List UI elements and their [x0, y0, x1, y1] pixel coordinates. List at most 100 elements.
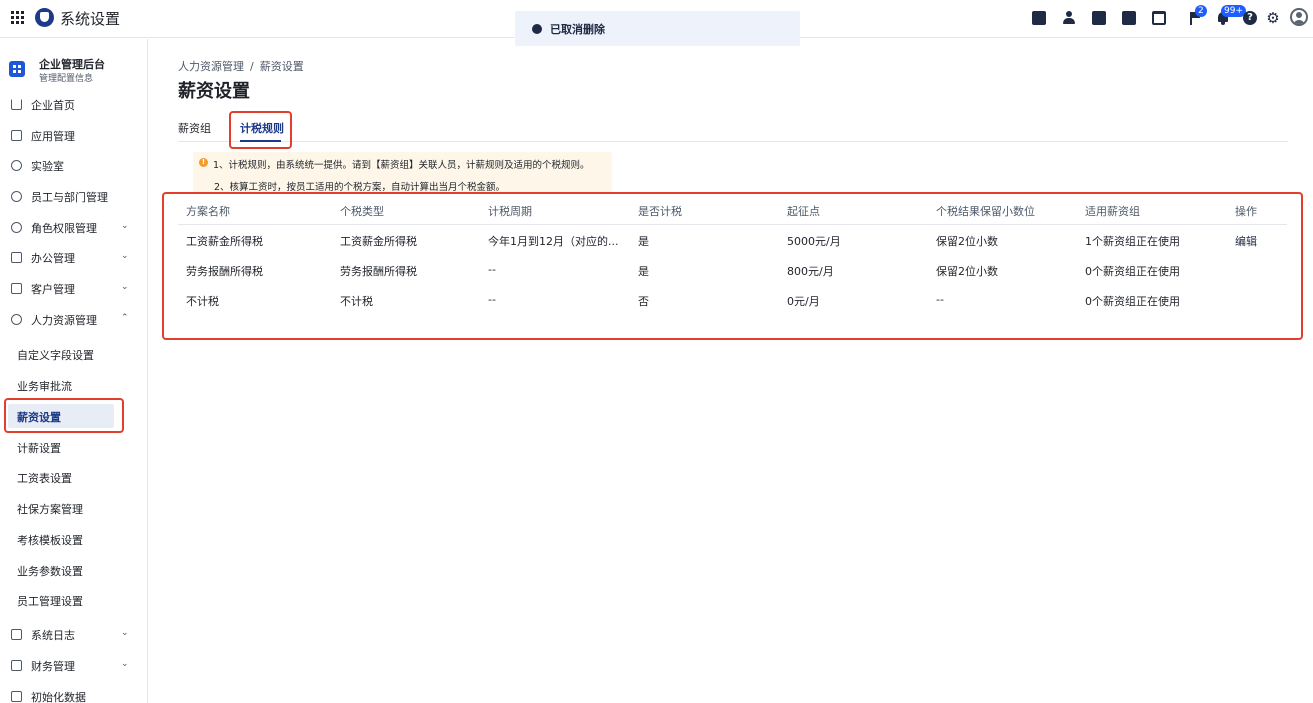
sidebar-item-roles[interactable]: 角色权限管理 ⌄: [0, 216, 147, 240]
table-cell: 1个薪资组正在使用: [1085, 235, 1180, 248]
bulb-icon: [11, 160, 22, 171]
table-cell: 是: [638, 265, 649, 278]
help-icon[interactable]: ?: [1243, 11, 1257, 25]
apps-icon: [11, 130, 22, 141]
sidebar-subitem-label: 考核模板设置: [17, 534, 83, 547]
sidebar-item-label: 员工与部门管理: [31, 191, 108, 204]
sidebar-subitem-label: 计薪设置: [17, 442, 61, 455]
table-cell: 不计税: [186, 295, 219, 308]
sidebar-subitem-label: 业务审批流: [17, 380, 72, 393]
sidebar-item-label: 办公管理: [31, 252, 75, 265]
sidebar-subitem-payroll-sheet[interactable]: 工资表设置: [0, 465, 147, 489]
chevron-down-icon: ⌄: [121, 282, 129, 292]
sidebar-subitem-business-params[interactable]: 业务参数设置: [0, 558, 147, 582]
sidebar-subitem-assessment-template[interactable]: 考核模板设置: [0, 527, 147, 551]
sidebar-subitem-custom-fields[interactable]: 自定义字段设置: [0, 342, 147, 366]
office-icon: [11, 252, 22, 263]
sidebar-item-label: 系统日志: [31, 629, 75, 642]
sidebar-item-label: 实验室: [31, 160, 64, 173]
edit-button[interactable]: 编辑: [1235, 233, 1257, 249]
app-title: 系统设置: [60, 10, 121, 28]
sidebar-subitem-label: 业务参数设置: [17, 565, 83, 578]
tab-active-indicator: [240, 140, 281, 142]
chevron-down-icon: ⌄: [121, 251, 129, 261]
tab-tax-rules[interactable]: 计税规则: [240, 120, 284, 136]
hr-icon: [11, 314, 22, 325]
sidebar-item-label: 初始化数据: [31, 691, 86, 703]
breadcrumb-separator: /: [250, 60, 254, 73]
sidebar-item-customers[interactable]: 客户管理 ⌄: [0, 277, 147, 301]
sidebar-subitem-label: 员工管理设置: [17, 595, 83, 608]
toast-text: 已取消删除: [550, 23, 605, 36]
column-header: 起征点: [787, 205, 820, 218]
sidebar-header[interactable]: 企业管理后台 管理配置信息: [9, 55, 144, 85]
table-cell: --: [488, 293, 496, 306]
chevron-down-icon: ⌄: [121, 628, 129, 638]
sidebar-item-hr[interactable]: 人力资源管理 ⌃: [0, 308, 147, 332]
sidebar-subitem-employee-management[interactable]: 员工管理设置: [0, 588, 147, 612]
phone-icon[interactable]: [1122, 11, 1136, 25]
sidebar-item-label: 企业首页: [31, 99, 75, 112]
sidebar-subitem-social-security[interactable]: 社保方案管理: [0, 496, 147, 520]
column-header: 计税周期: [488, 205, 532, 218]
tab-salary-group[interactable]: 薪资组: [178, 120, 211, 136]
calendar-check-icon[interactable]: [1032, 11, 1046, 25]
table-cell: 5000元/月: [787, 235, 841, 248]
column-header: 个税类型: [340, 205, 384, 218]
sidebar-subitem-label: 社保方案管理: [17, 503, 83, 516]
table-cell: 劳务报酬所得税: [186, 265, 263, 278]
finance-icon: [11, 660, 22, 671]
app-grid-icon[interactable]: [11, 11, 24, 24]
contacts-icon[interactable]: [1062, 11, 1076, 25]
document-icon[interactable]: [1092, 11, 1106, 25]
chevron-down-icon: ⌄: [121, 659, 129, 669]
flag-badge: 2: [1195, 5, 1207, 17]
sidebar-item-home[interactable]: 企业首页: [0, 93, 147, 117]
column-header: 个税结果保留小数位: [936, 205, 1035, 218]
sidebar-subitem-label: 薪资设置: [17, 411, 61, 424]
sidebar-item-lab[interactable]: 实验室: [0, 154, 147, 178]
customer-icon: [11, 283, 22, 294]
people-icon: [11, 191, 22, 202]
sidebar-item-staff[interactable]: 员工与部门管理: [0, 185, 147, 209]
sidebar-subitem-salary-settings[interactable]: 薪资设置: [8, 404, 114, 428]
breadcrumb: 人力资源管理 / 薪资设置: [178, 58, 304, 74]
breadcrumb-current: 薪资设置: [259, 60, 304, 73]
breadcrumb-parent[interactable]: 人力资源管理: [178, 60, 244, 73]
init-icon: [11, 691, 22, 702]
sidebar-item-init-data[interactable]: 初始化数据: [0, 685, 147, 703]
sidebar-subitem-approval-flow[interactable]: 业务审批流: [0, 373, 147, 397]
sidebar-item-label: 客户管理: [31, 283, 75, 296]
role-icon: [11, 222, 22, 233]
table-cell: 保留2位小数: [936, 265, 998, 278]
table-cell: 保留2位小数: [936, 235, 998, 248]
app-logo: [35, 8, 54, 27]
enterprise-icon: [9, 61, 25, 77]
column-header: 是否计税: [638, 205, 682, 218]
sidebar-item-label: 应用管理: [31, 130, 75, 143]
page-title: 薪资设置: [178, 81, 250, 102]
sidebar-item-system-log[interactable]: 系统日志 ⌄: [0, 623, 147, 647]
chevron-down-icon: ⌄: [121, 221, 129, 231]
tab-bar: 薪资组 计税规则: [178, 113, 1288, 142]
table-cell: 今年1月到12月（对应的...: [488, 235, 619, 248]
sidebar-item-label: 人力资源管理: [31, 314, 97, 327]
column-header: 操作: [1235, 205, 1257, 218]
table-cell: 工资薪金所得税: [186, 235, 263, 248]
table-header-divider: [178, 224, 1287, 225]
sidebar-item-finance[interactable]: 财务管理 ⌄: [0, 654, 147, 678]
notice-line-2: 2、核算工资时，按员工适用的个税方案，自动计算出当月个税金额。: [214, 182, 506, 193]
sidebar-item-label: 财务管理: [31, 660, 75, 673]
sidebar-item-apps[interactable]: 应用管理: [0, 124, 147, 148]
sidebar-item-office[interactable]: 办公管理 ⌄: [0, 246, 147, 270]
sidebar-subitem-pay-settings[interactable]: 计薪设置: [0, 435, 147, 459]
log-icon: [11, 629, 22, 640]
table-cell: --: [936, 293, 944, 306]
user-avatar-icon[interactable]: [1290, 8, 1308, 26]
table-cell: 0个薪资组正在使用: [1085, 295, 1180, 308]
gear-icon[interactable]: ⚙: [1266, 11, 1280, 26]
sidebar-item-label: 角色权限管理: [31, 222, 97, 235]
calendar-icon[interactable]: [1152, 11, 1166, 25]
home-icon: [11, 99, 22, 110]
table-cell: 0个薪资组正在使用: [1085, 265, 1180, 278]
